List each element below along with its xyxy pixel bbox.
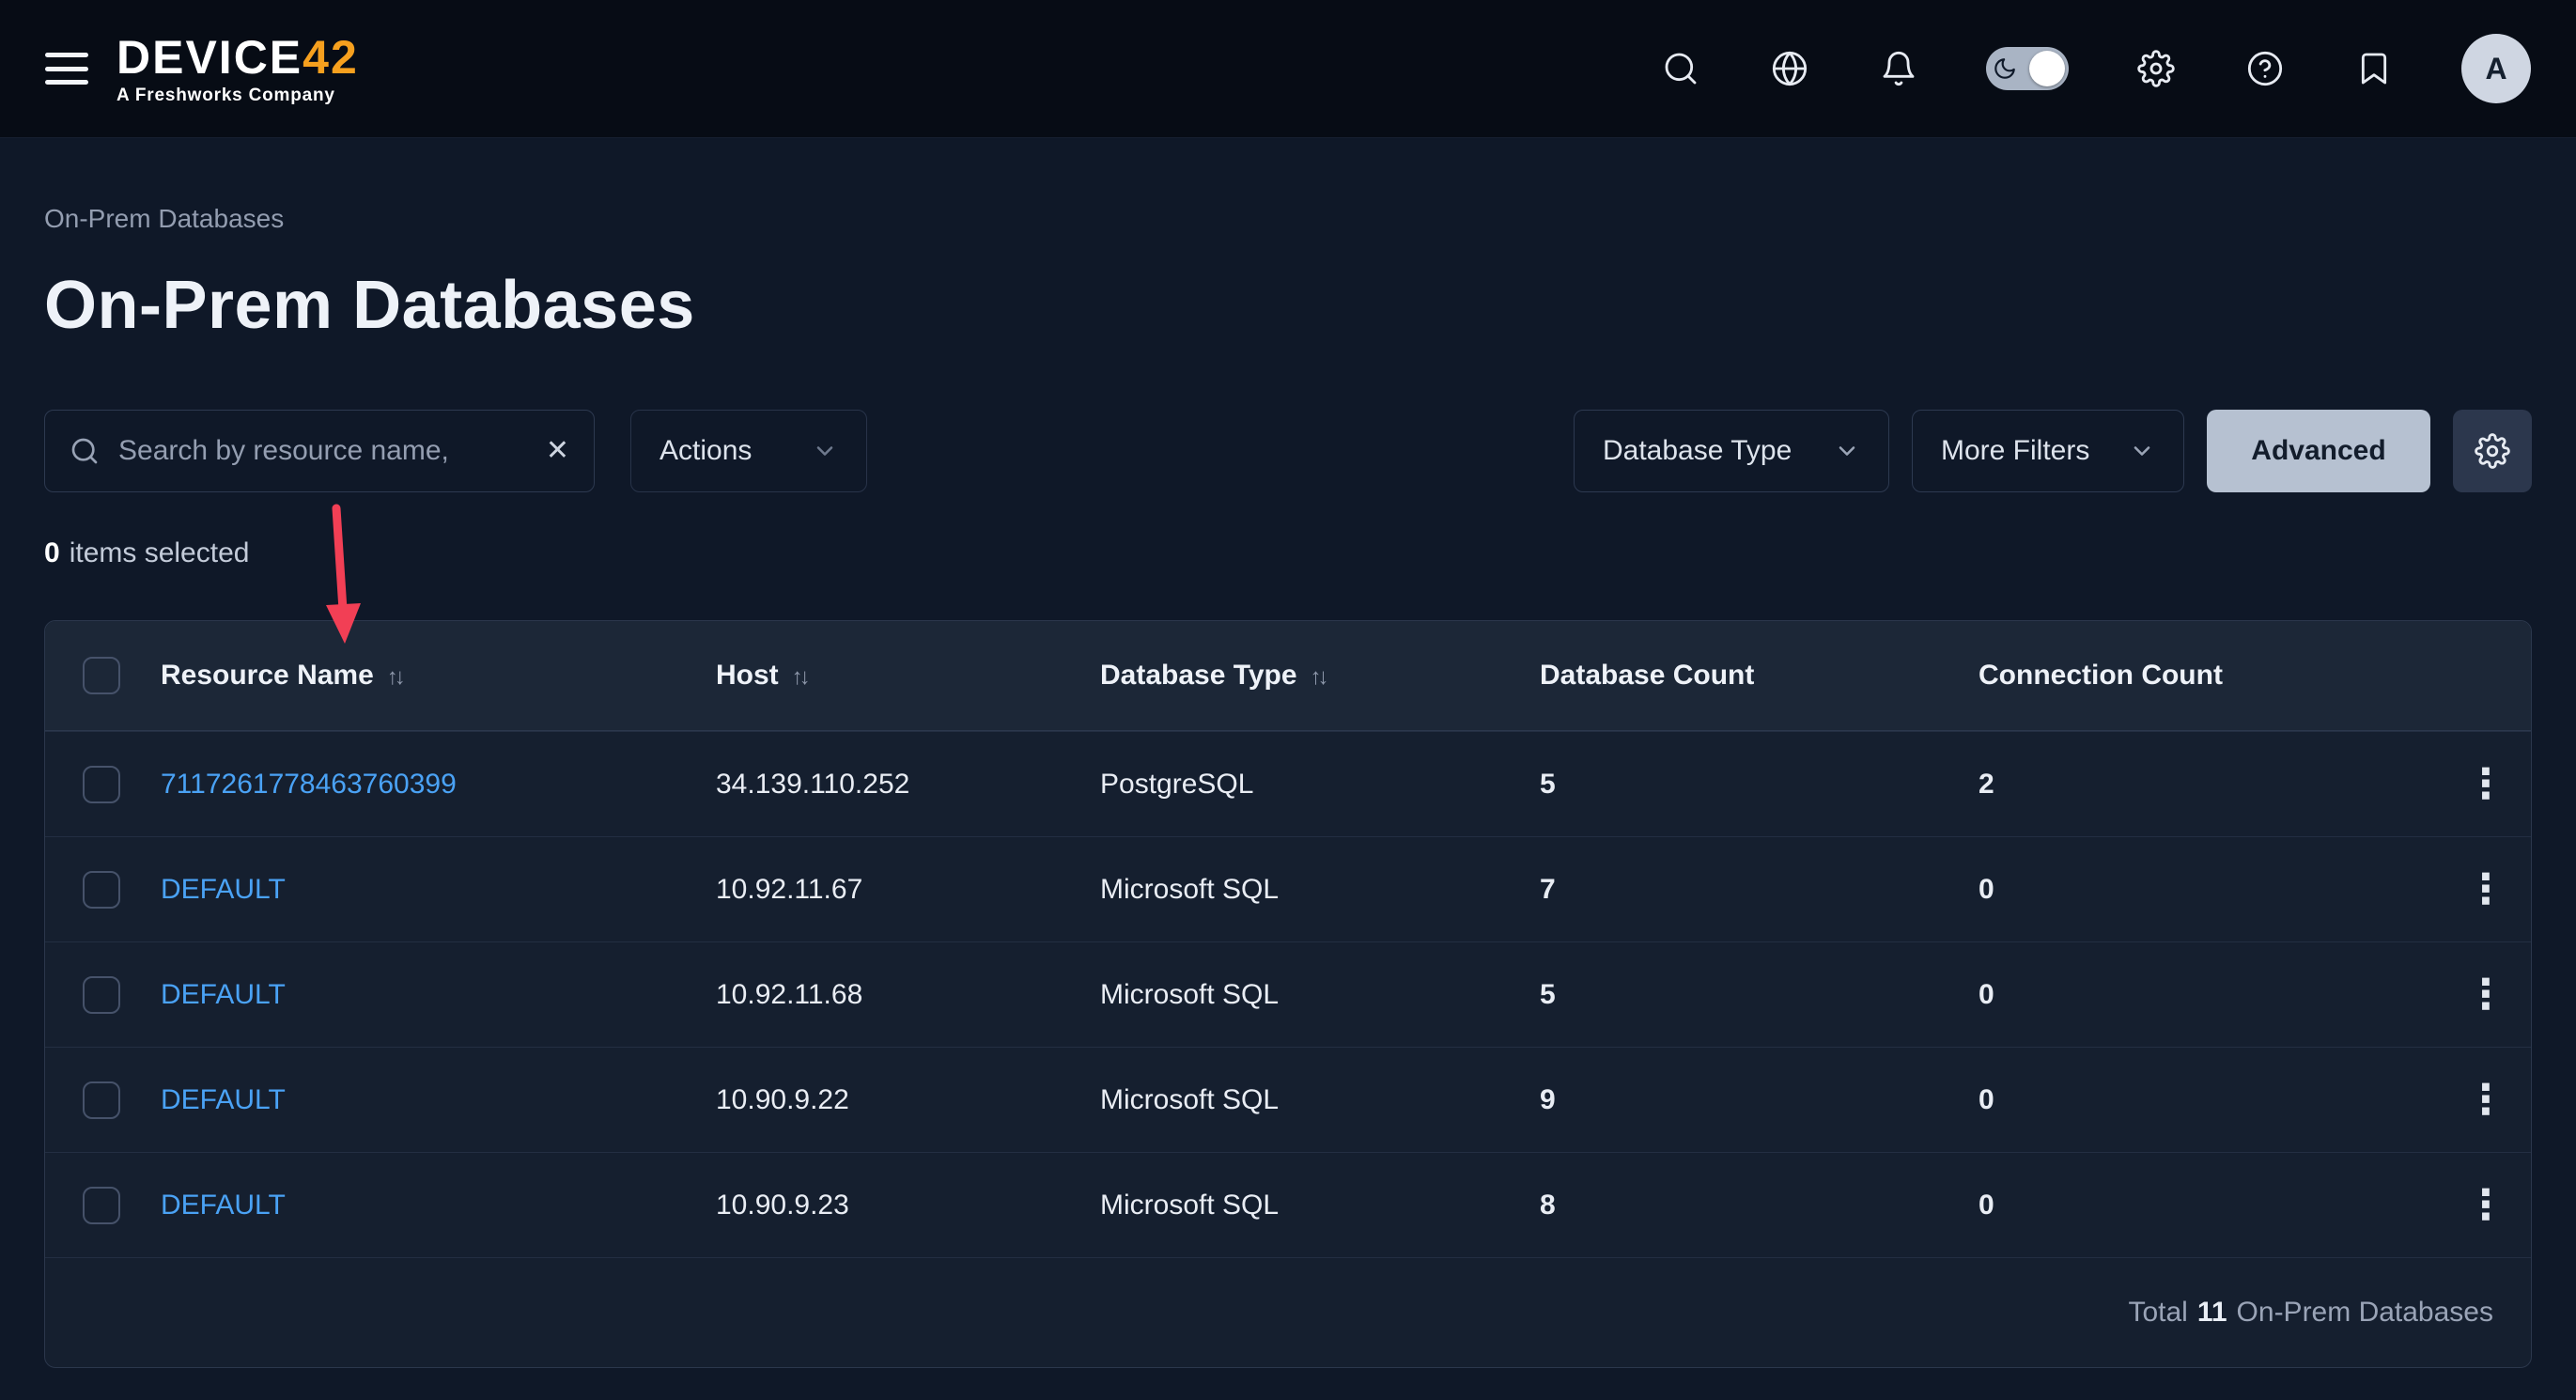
column-header-host[interactable]: Host↑↓	[716, 660, 1100, 692]
dark-mode-toggle[interactable]	[1986, 47, 2069, 90]
table-row: 7117261778463760399 34.139.110.252 Postg…	[45, 731, 2531, 836]
column-header-database-count: Database Count	[1540, 660, 1979, 692]
column-header-database-type[interactable]: Database Type↑↓	[1100, 660, 1540, 692]
navbar-actions: A	[1659, 34, 2531, 103]
connection-count-cell: 0	[1979, 1190, 2441, 1221]
column-header-resource-name[interactable]: Resource Name↑↓	[161, 660, 716, 692]
actions-dropdown[interactable]: Actions	[630, 410, 867, 492]
more-filters-dropdown[interactable]: More Filters	[1912, 410, 2184, 492]
database-count-cell: 5	[1540, 979, 1979, 1011]
chevron-down-icon	[812, 438, 838, 464]
database-type-cell: Microsoft SQL	[1100, 979, 1540, 1011]
user-avatar[interactable]: A	[2461, 34, 2531, 103]
sort-icon[interactable]: ↑↓	[1311, 664, 1326, 690]
logo-brand-accent: 42	[303, 31, 359, 84]
avatar-initial: A	[2485, 52, 2506, 86]
globe-icon[interactable]	[1768, 47, 1811, 90]
row-actions-kebab-icon[interactable]: ⋮	[2452, 869, 2520, 910]
top-navbar: DEVICE42 A Freshworks Company A	[0, 0, 2576, 138]
bookmark-icon[interactable]	[2352, 47, 2396, 90]
clear-search-icon[interactable]: ✕	[546, 437, 569, 465]
sort-icon[interactable]: ↑↓	[387, 664, 402, 690]
toggle-knob	[2029, 51, 2065, 86]
moon-icon	[1993, 56, 2017, 81]
table-settings-button[interactable]	[2453, 410, 2532, 492]
notifications-bell-icon[interactable]	[1877, 47, 1920, 90]
table-header-row: Resource Name↑↓ Host↑↓ Database Type↑↓ D…	[45, 621, 2531, 731]
database-type-cell: Microsoft SQL	[1100, 874, 1540, 906]
databases-table: Resource Name↑↓ Host↑↓ Database Type↑↓ D…	[44, 620, 2532, 1368]
total-count: 11	[2197, 1297, 2227, 1329]
connection-count-cell: 0	[1979, 1084, 2441, 1116]
database-type-filter-label: Database Type	[1603, 435, 1792, 467]
search-input-icon	[70, 436, 100, 466]
table-row: DEFAULT 10.92.11.67 Microsoft SQL 7 0 ⋮	[45, 836, 2531, 941]
chevron-down-icon	[2129, 438, 2155, 464]
row-actions-kebab-icon[interactable]: ⋮	[2452, 1080, 2520, 1121]
row-actions-kebab-icon[interactable]: ⋮	[2452, 974, 2520, 1016]
host-cell: 34.139.110.252	[716, 769, 1100, 801]
column-header-connection-count: Connection Count	[1979, 660, 2441, 692]
page-content: On-Prem Databases On-Prem Databases ✕ Ac…	[0, 138, 2576, 1368]
row-actions-kebab-icon[interactable]: ⋮	[2452, 764, 2520, 805]
selection-status: 0 items selected	[44, 537, 2532, 569]
host-cell: 10.92.11.67	[716, 874, 1100, 906]
gear-icon	[2475, 433, 2510, 469]
connection-count-cell: 0	[1979, 874, 2441, 906]
settings-gear-icon[interactable]	[2134, 47, 2178, 90]
row-checkbox[interactable]	[83, 766, 120, 803]
page-title: On-Prem Databases	[44, 267, 2532, 344]
table-row: DEFAULT 10.90.9.22 Microsoft SQL 9 0 ⋮	[45, 1047, 2531, 1152]
resource-name-link[interactable]: DEFAULT	[161, 979, 716, 1011]
database-count-cell: 7	[1540, 874, 1979, 906]
device42-logo[interactable]: DEVICE42 A Freshworks Company	[116, 34, 359, 104]
table-row: DEFAULT 10.92.11.68 Microsoft SQL 5 0 ⋮	[45, 941, 2531, 1047]
host-cell: 10.90.9.23	[716, 1190, 1100, 1221]
search-input[interactable]	[118, 435, 527, 467]
resource-name-link[interactable]: 7117261778463760399	[161, 769, 716, 801]
row-checkbox[interactable]	[83, 1081, 120, 1119]
sort-icon[interactable]: ↑↓	[792, 664, 807, 690]
hamburger-menu-icon[interactable]	[45, 53, 88, 85]
row-checkbox[interactable]	[83, 871, 120, 909]
connection-count-cell: 2	[1979, 769, 2441, 801]
total-label: Total	[2128, 1297, 2187, 1329]
search-box: ✕	[44, 410, 595, 492]
host-cell: 10.92.11.68	[716, 979, 1100, 1011]
database-count-cell: 9	[1540, 1084, 1979, 1116]
row-checkbox[interactable]	[83, 1187, 120, 1224]
advanced-button[interactable]: Advanced	[2207, 410, 2430, 492]
selected-label: items selected	[70, 537, 250, 568]
row-actions-kebab-icon[interactable]: ⋮	[2452, 1185, 2520, 1226]
connection-count-cell: 0	[1979, 979, 2441, 1011]
toolbar: ✕ Actions Database Type More Filters Adv…	[44, 410, 2532, 492]
row-checkbox[interactable]	[83, 976, 120, 1014]
database-type-cell: Microsoft SQL	[1100, 1190, 1540, 1221]
selected-count: 0	[44, 537, 60, 568]
more-filters-label: More Filters	[1941, 435, 2089, 467]
database-type-cell: Microsoft SQL	[1100, 1084, 1540, 1116]
database-count-cell: 5	[1540, 769, 1979, 801]
resource-name-link[interactable]: DEFAULT	[161, 1084, 716, 1116]
actions-dropdown-label: Actions	[660, 435, 752, 467]
total-suffix: On-Prem Databases	[2237, 1297, 2493, 1329]
breadcrumb[interactable]: On-Prem Databases	[44, 204, 284, 234]
table-row: DEFAULT 10.90.9.23 Microsoft SQL 8 0 ⋮	[45, 1152, 2531, 1257]
logo-brand-text: DEVICE	[116, 31, 303, 84]
search-icon[interactable]	[1659, 47, 1702, 90]
logo-tagline: A Freshworks Company	[116, 86, 359, 104]
resource-name-link[interactable]: DEFAULT	[161, 1190, 716, 1221]
resource-name-link[interactable]: DEFAULT	[161, 874, 716, 906]
chevron-down-icon	[1834, 438, 1860, 464]
database-type-cell: PostgreSQL	[1100, 769, 1540, 801]
table-footer: Total 11 On-Prem Databases	[45, 1257, 2531, 1367]
select-all-checkbox[interactable]	[83, 657, 120, 694]
help-icon[interactable]	[2243, 47, 2287, 90]
database-count-cell: 8	[1540, 1190, 1979, 1221]
host-cell: 10.90.9.22	[716, 1084, 1100, 1116]
database-type-filter-dropdown[interactable]: Database Type	[1574, 410, 1889, 492]
